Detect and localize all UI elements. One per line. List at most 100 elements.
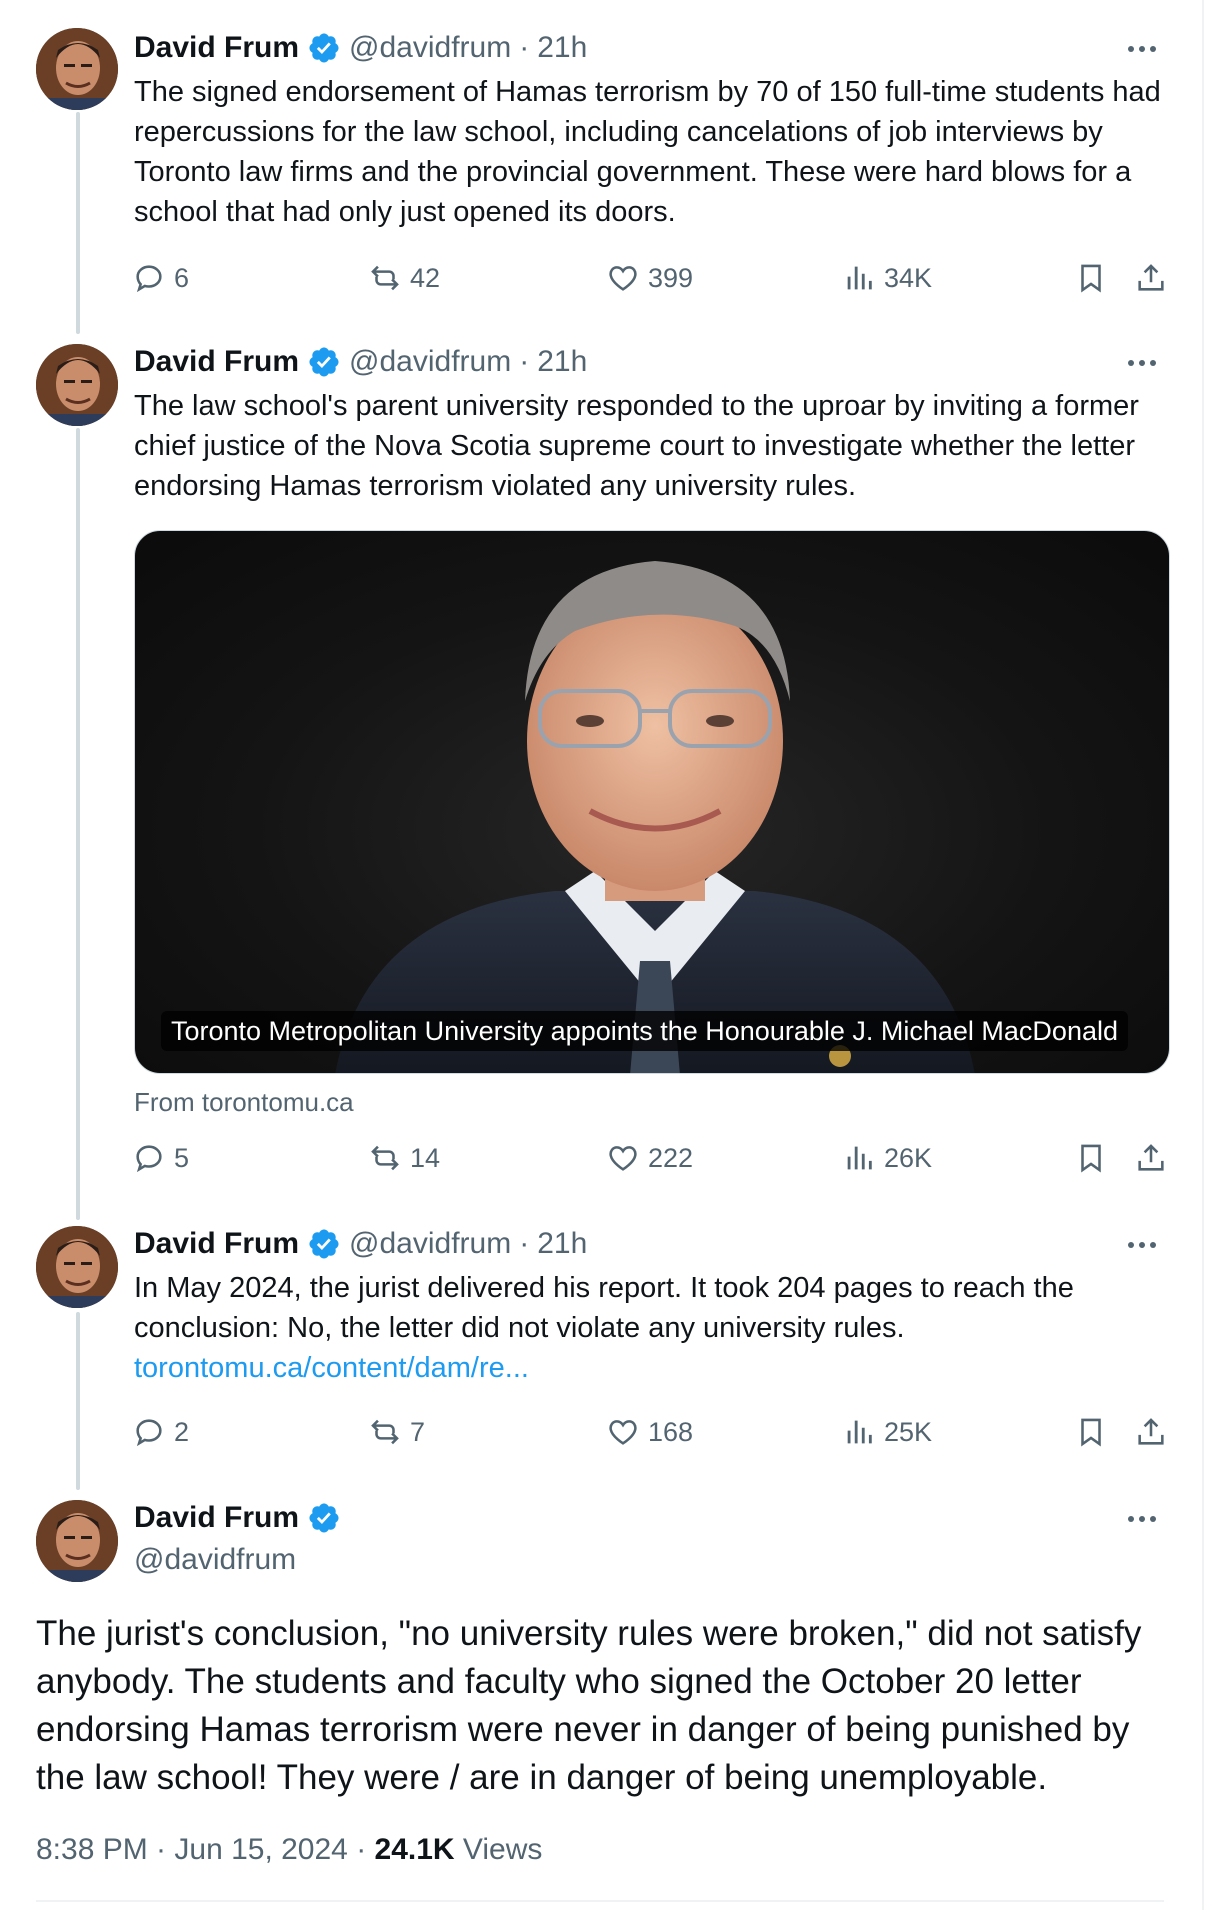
- reply-icon: [136, 265, 162, 293]
- verified-badge-icon: [309, 1503, 339, 1533]
- view-count: 25K: [884, 1416, 933, 1447]
- repost-icon: [371, 1145, 399, 1171]
- view-count: 34K: [884, 262, 933, 293]
- divider: [36, 1900, 1164, 1902]
- verified-badge-icon: [309, 1229, 339, 1259]
- repost-button[interactable]: 14: [368, 1136, 440, 1180]
- media-card[interactable]: Toronto Metropolitan University appoints…: [134, 530, 1170, 1074]
- tweet-header: David Frum @davidfrum · 21h: [134, 1224, 587, 1264]
- action-bar: 5 14 222 26K: [132, 1136, 1172, 1180]
- author-name[interactable]: David Frum: [134, 1498, 299, 1538]
- author-handle[interactable]: @davidfrum: [349, 1224, 511, 1264]
- share-button[interactable]: [1134, 1136, 1168, 1180]
- heart-icon: [609, 1146, 637, 1171]
- reply-icon: [136, 1419, 162, 1447]
- reply-button[interactable]: 6: [132, 256, 189, 300]
- tweet-meta: 8:38 PM · Jun 15, 2024 · 24.1K Views: [36, 1830, 542, 1870]
- tweet-text: The signed endorsement of Hamas terroris…: [134, 76, 1161, 228]
- reply-count: 2: [174, 1416, 190, 1447]
- more-options-icon[interactable]: [1120, 1504, 1164, 1534]
- repost-button[interactable]: 42: [368, 256, 440, 300]
- thread-connector: [76, 1312, 80, 1490]
- repost-count: 14: [410, 1142, 441, 1173]
- view-count: 26K: [884, 1142, 933, 1173]
- action-bar: 6 42 399 34K: [132, 256, 1172, 300]
- like-button[interactable]: 222: [606, 1136, 693, 1180]
- thread-connector: [76, 428, 80, 1220]
- share-icon: [1138, 264, 1164, 291]
- author-name[interactable]: David Frum: [134, 1224, 299, 1264]
- bookmark-button[interactable]: [1074, 1136, 1108, 1180]
- like-button[interactable]: 168: [606, 1410, 693, 1454]
- reply-icon: [136, 1145, 162, 1173]
- separator-dot: ·: [519, 31, 530, 64]
- bookmark-icon: [1081, 1418, 1101, 1447]
- action-bar: 2 7 168 25K: [132, 1410, 1172, 1454]
- repost-button[interactable]: 7: [368, 1410, 425, 1454]
- separator-dot: ·: [519, 345, 530, 378]
- verified-badge-icon: [309, 347, 339, 377]
- views-chart-icon: [847, 1146, 872, 1170]
- tweet-header: David Frum @davidfrum · 21h: [134, 28, 587, 68]
- author-handle[interactable]: @davidfrum: [349, 342, 511, 382]
- more-options-icon[interactable]: [1120, 348, 1164, 378]
- tweet-text: The jurist's conclusion, "no university …: [36, 1614, 1142, 1797]
- timestamp[interactable]: 8:38 PM · Jun 15, 2024 ·: [36, 1833, 375, 1866]
- repost-icon: [371, 265, 399, 291]
- bookmark-button[interactable]: [1074, 256, 1108, 300]
- bookmark-button[interactable]: [1074, 1410, 1108, 1454]
- media-caption: Toronto Metropolitan University appoints…: [161, 1011, 1128, 1051]
- timestamp[interactable]: 21h: [537, 1224, 587, 1264]
- author-handle[interactable]: @davidfrum: [134, 1540, 296, 1580]
- tweet-header: David Frum: [134, 1498, 341, 1538]
- verified-badge-icon: [309, 33, 339, 63]
- tweet-text: The law school's parent university respo…: [134, 390, 1139, 502]
- like-button[interactable]: 399: [606, 256, 693, 300]
- heart-icon: [609, 266, 637, 291]
- share-icon: [1138, 1144, 1164, 1171]
- bookmark-icon: [1081, 1144, 1101, 1173]
- author-name[interactable]: David Frum: [134, 342, 299, 382]
- views-chart-icon: [847, 1420, 872, 1444]
- views-button[interactable]: 26K: [842, 1136, 932, 1180]
- share-icon: [1138, 1418, 1164, 1445]
- views-button[interactable]: 34K: [842, 256, 932, 300]
- thread-connector: [76, 112, 80, 334]
- tweet-header-handle-row: @davidfrum: [134, 1540, 296, 1580]
- bookmark-icon: [1081, 264, 1101, 293]
- reply-count: 5: [174, 1142, 190, 1173]
- more-options-icon[interactable]: [1120, 1230, 1164, 1260]
- tweet-link[interactable]: torontomu.ca/content/dam/re...: [134, 1352, 529, 1384]
- views-chart-icon: [847, 266, 872, 290]
- like-count: 168: [648, 1416, 694, 1447]
- share-button[interactable]: [1134, 1410, 1168, 1454]
- reply-count: 6: [174, 262, 190, 293]
- like-count: 399: [648, 262, 694, 293]
- tweet-text: In May 2024, the jurist delivered his re…: [134, 1268, 1164, 1388]
- media-source[interactable]: From torontomu.ca: [134, 1084, 354, 1120]
- separator-dot: ·: [519, 1227, 530, 1260]
- timestamp[interactable]: 21h: [537, 342, 587, 382]
- share-button[interactable]: [1134, 256, 1168, 300]
- repost-count: 7: [410, 1416, 426, 1447]
- more-options-icon[interactable]: [1120, 34, 1164, 64]
- avatar[interactable]: [36, 1500, 118, 1582]
- avatar[interactable]: [36, 344, 118, 426]
- reply-button[interactable]: 2: [132, 1410, 189, 1454]
- timestamp[interactable]: 21h: [537, 28, 587, 68]
- repost-icon: [371, 1419, 399, 1445]
- portrait-photo: [335, 561, 975, 1073]
- author-handle[interactable]: @davidfrum: [349, 28, 511, 68]
- views-label: Views: [454, 1833, 543, 1866]
- heart-icon: [609, 1420, 637, 1445]
- reply-button[interactable]: 5: [132, 1136, 189, 1180]
- like-count: 222: [648, 1142, 694, 1173]
- tweet-text-body: In May 2024, the jurist delivered his re…: [134, 1272, 1074, 1344]
- avatar[interactable]: [36, 28, 118, 110]
- repost-count: 42: [410, 262, 441, 293]
- avatar[interactable]: [36, 1226, 118, 1308]
- tweet-header: David Frum @davidfrum · 21h: [134, 342, 587, 382]
- author-name[interactable]: David Frum: [134, 28, 299, 68]
- view-count: 24.1K: [374, 1833, 455, 1866]
- views-button[interactable]: 25K: [842, 1410, 932, 1454]
